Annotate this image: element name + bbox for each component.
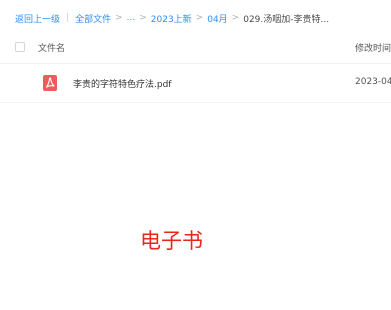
breadcrumb-current-folder: 029.汤咽加-李贵特... (243, 14, 330, 25)
column-header-filename[interactable]: 文件名 (38, 41, 65, 54)
back-link[interactable]: 返回上一级 (15, 12, 60, 25)
breadcrumb-april[interactable]: 04月 (207, 12, 227, 25)
file-name[interactable]: 李贵的字符特色疗法.pdf (73, 77, 171, 90)
breadcrumb-2023-new[interactable]: 2023上新 (151, 12, 192, 25)
chevron-right-icon: > (115, 13, 123, 23)
breadcrumb-divider: | (66, 13, 70, 23)
select-all-checkbox[interactable] (15, 42, 25, 52)
file-row[interactable]: 李贵的字符特色疗法.pdf 2023-04 (0, 64, 391, 103)
breadcrumb: 返回上一级 | 全部文件 > ... > 2023上新 > 04月 > 029.… (15, 11, 329, 25)
chevron-right-icon: > (195, 13, 204, 23)
chevron-right-icon: > (139, 13, 147, 23)
file-browser-page: 返回上一级 | 全部文件 > ... > 2023上新 > 04月 > 029.… (0, 0, 391, 310)
file-table-header: 文件名 修改时间 (0, 33, 391, 64)
ebook-label: 电子书 (140, 229, 203, 253)
breadcrumb-ellipsis[interactable]: ... (127, 13, 136, 23)
chevron-right-icon: > (231, 13, 240, 23)
pdf-icon (43, 75, 57, 91)
column-header-modified-time[interactable]: 修改时间 (355, 41, 391, 54)
file-modified-time: 2023-04 (355, 77, 391, 87)
breadcrumb-all-files[interactable]: 全部文件 (75, 12, 111, 25)
